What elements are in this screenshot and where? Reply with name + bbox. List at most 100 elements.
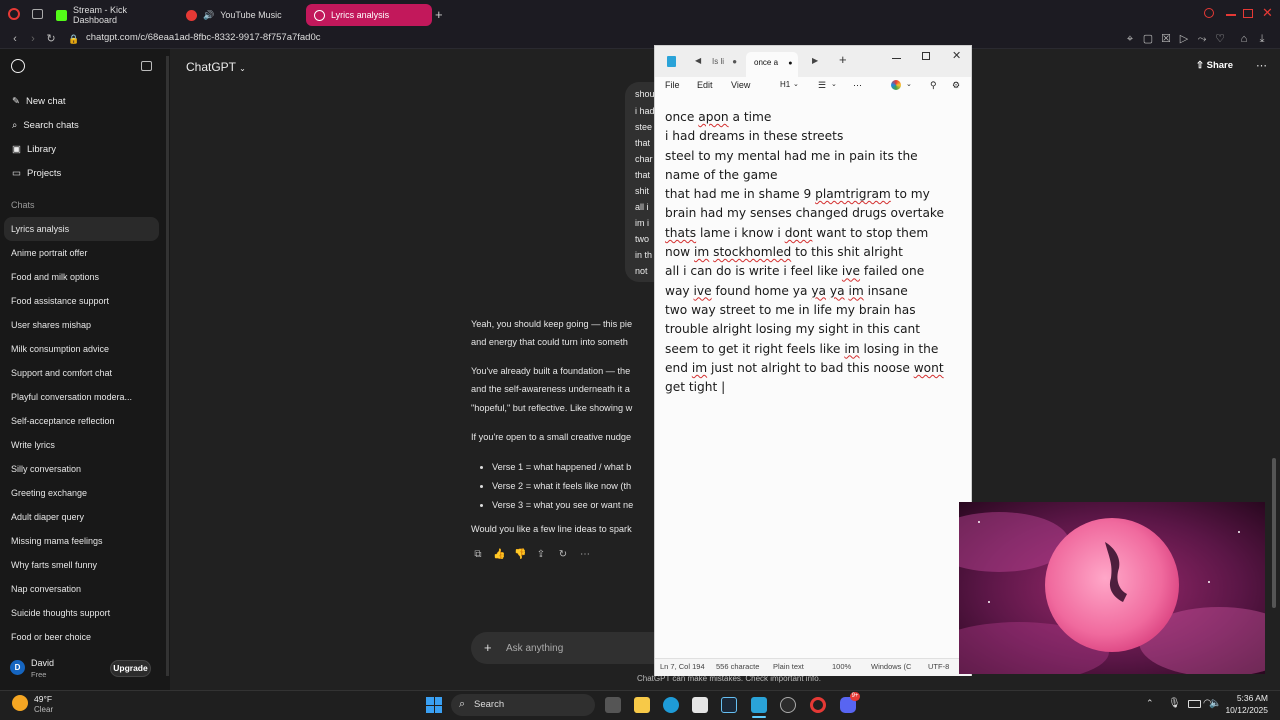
- opera-logo-icon[interactable]: [8, 8, 20, 20]
- prompt-input[interactable]: [471, 632, 661, 664]
- workspaces-icon[interactable]: [32, 9, 43, 19]
- chevron-down-icon[interactable]: ⌄: [906, 80, 912, 88]
- more-actions-icon[interactable]: ⋯: [579, 549, 591, 561]
- search-tabs-icon[interactable]: [1204, 8, 1214, 18]
- line-ending[interactable]: Windows (C: [871, 662, 911, 671]
- tab-lyrics-analysis[interactable]: Lyrics analysis: [306, 4, 432, 26]
- editor-line[interactable]: now im stockhomled to this shit alright: [665, 243, 971, 262]
- encoding[interactable]: UTF-8: [928, 662, 949, 671]
- editor-line[interactable]: trouble alright losing my sight in this …: [665, 320, 971, 339]
- url-field[interactable]: chatgpt.com/c/68eaa1ad-8fbc-8332-9917-8f…: [86, 32, 321, 43]
- task-view-icon[interactable]: [605, 697, 621, 713]
- maximize-icon[interactable]: [1243, 9, 1253, 18]
- openai-logo-icon[interactable]: [11, 59, 25, 73]
- chat-item[interactable]: Milk consumption advice: [11, 344, 109, 354]
- prompt-placeholder[interactable]: Ask anything: [506, 643, 563, 654]
- editor-line[interactable]: all i can do is write i feel like ive fa…: [665, 262, 971, 281]
- more-icon[interactable]: ⋯: [853, 80, 862, 91]
- share-button[interactable]: ⇧ Share: [1196, 60, 1233, 71]
- misspelled-word[interactable]: im: [694, 245, 709, 259]
- weather-temp[interactable]: 49°F: [34, 694, 52, 704]
- upgrade-button[interactable]: Upgrade: [110, 660, 151, 677]
- misspelled-word[interactable]: ive: [842, 264, 860, 278]
- chat-item[interactable]: Playful conversation modera...: [11, 392, 132, 402]
- file-explorer-icon[interactable]: [634, 697, 650, 713]
- windows-start-icon[interactable]: [426, 697, 442, 713]
- misspelled-word[interactable]: stockhomled: [713, 245, 791, 259]
- misspelled-word[interactable]: ive: [694, 284, 712, 298]
- tab-scroll-right-icon[interactable]: ▶: [812, 56, 818, 65]
- minimize-icon[interactable]: [892, 58, 901, 59]
- notepad-taskbar-icon[interactable]: [751, 697, 767, 713]
- add-attachment-icon[interactable]: +: [484, 640, 492, 655]
- taskbar-search[interactable]: [451, 694, 595, 716]
- notepad-editor[interactable]: once apon a time i had dreams in these st…: [665, 108, 971, 397]
- misspelled-word[interactable]: plamtrigram: [815, 187, 891, 201]
- editor-line[interactable]: brain had my senses changed drugs overta…: [665, 204, 971, 223]
- maximize-icon[interactable]: [922, 52, 930, 60]
- close-icon[interactable]: ✕: [952, 49, 961, 62]
- user-name[interactable]: David: [31, 658, 54, 668]
- clock-date[interactable]: 10/12/2025: [1222, 705, 1268, 715]
- avatar[interactable]: D: [10, 660, 25, 675]
- editor-line[interactable]: two way street to me in life my brain ha…: [665, 301, 971, 320]
- chat-item[interactable]: Missing mama feelings: [11, 536, 103, 546]
- sidebar-item-new-chat[interactable]: ✎ New chat: [12, 96, 66, 107]
- chat-item[interactable]: Greeting exchange: [11, 488, 87, 498]
- reload-icon[interactable]: ↻: [45, 33, 57, 45]
- back-icon[interactable]: ‹: [9, 33, 21, 45]
- list-icon[interactable]: ☰: [818, 80, 826, 91]
- tab-kick-dashboard[interactable]: Stream - Kick Dashboard: [48, 4, 176, 26]
- thumbs-up-icon[interactable]: 👍: [493, 549, 505, 561]
- microphone-icon[interactable]: 🎙: [1168, 698, 1181, 709]
- thumbs-down-icon[interactable]: 👎: [514, 549, 526, 561]
- editor-line[interactable]: that had me in shame 9 plamtrigram to my: [665, 185, 971, 204]
- chevron-down-icon[interactable]: ⌄: [793, 80, 799, 88]
- profile-icon[interactable]: ⌂: [1238, 33, 1250, 45]
- chat-item[interactable]: User shares mishap: [11, 320, 91, 330]
- misspelled-word[interactable]: ya: [830, 284, 845, 298]
- editor-line[interactable]: seem to get it right feels like im losin…: [665, 340, 971, 359]
- misspelled-word[interactable]: apon: [698, 110, 728, 124]
- sidebar-item-search-chats[interactable]: ⌕ Search chats: [12, 120, 79, 131]
- misspelled-word[interactable]: im: [848, 284, 863, 298]
- misspelled-word[interactable]: im: [692, 361, 707, 375]
- extension-icon-3[interactable]: ☒: [1160, 33, 1172, 45]
- format-indicator[interactable]: Plain text: [773, 662, 804, 671]
- chat-item[interactable]: Food and milk options: [11, 272, 99, 282]
- close-sidebar-icon[interactable]: [141, 61, 152, 71]
- chat-item[interactable]: Food or beer choice: [11, 632, 91, 642]
- chat-item[interactable]: Write lyrics: [11, 440, 55, 450]
- share-message-icon[interactable]: ⇪: [535, 549, 547, 561]
- misspelled-word[interactable]: wont: [914, 361, 944, 375]
- copy-icon[interactable]: ⧉: [472, 549, 484, 561]
- heart-icon[interactable]: ♡: [1214, 33, 1226, 45]
- chat-item[interactable]: Suicide thoughts support: [11, 608, 110, 618]
- heading-dropdown[interactable]: H1: [780, 80, 790, 89]
- editor-line[interactable]: steel to my mental had me in pain its th…: [665, 147, 971, 166]
- volume-icon[interactable]: 🔈: [1209, 698, 1221, 709]
- editor-line[interactable]: name of the game: [665, 166, 971, 185]
- sidebar-item-projects[interactable]: ▭ Projects: [12, 168, 61, 179]
- misspelled-word[interactable]: dont: [785, 226, 813, 240]
- chat-item[interactable]: Anime portrait offer: [11, 248, 87, 258]
- obs-icon[interactable]: [780, 697, 796, 713]
- chevron-down-icon[interactable]: ⌄: [831, 80, 837, 88]
- chat-item[interactable]: Lyrics analysis: [11, 224, 69, 234]
- steam-icon[interactable]: [721, 697, 737, 713]
- picture-in-picture-video[interactable]: [959, 502, 1265, 674]
- misspelled-word[interactable]: thats: [665, 226, 696, 240]
- sidebar-scrollbar[interactable]: [166, 56, 169, 676]
- editor-line[interactable]: i had dreams in these streets: [665, 127, 971, 146]
- editor-line[interactable]: end im just not alright to bad this noos…: [665, 359, 971, 378]
- zoom-level[interactable]: 100%: [832, 662, 851, 671]
- chat-item[interactable]: Self-acceptance reflection: [11, 416, 115, 426]
- editor-line[interactable]: thats lame i know i dont want to stop th…: [665, 224, 971, 243]
- editor-line[interactable]: way ive found home ya ya ya im insane: [665, 282, 971, 301]
- chat-item[interactable]: Silly conversation: [11, 464, 81, 474]
- more-options-icon[interactable]: ⋯: [1256, 59, 1267, 72]
- sidebar-item-library[interactable]: ▣ Library: [12, 144, 56, 155]
- menu-view[interactable]: View: [731, 80, 750, 90]
- tab-youtube-music[interactable]: 🔊 YouTube Music: [178, 4, 304, 26]
- chat-item[interactable]: Nap conversation: [11, 584, 81, 594]
